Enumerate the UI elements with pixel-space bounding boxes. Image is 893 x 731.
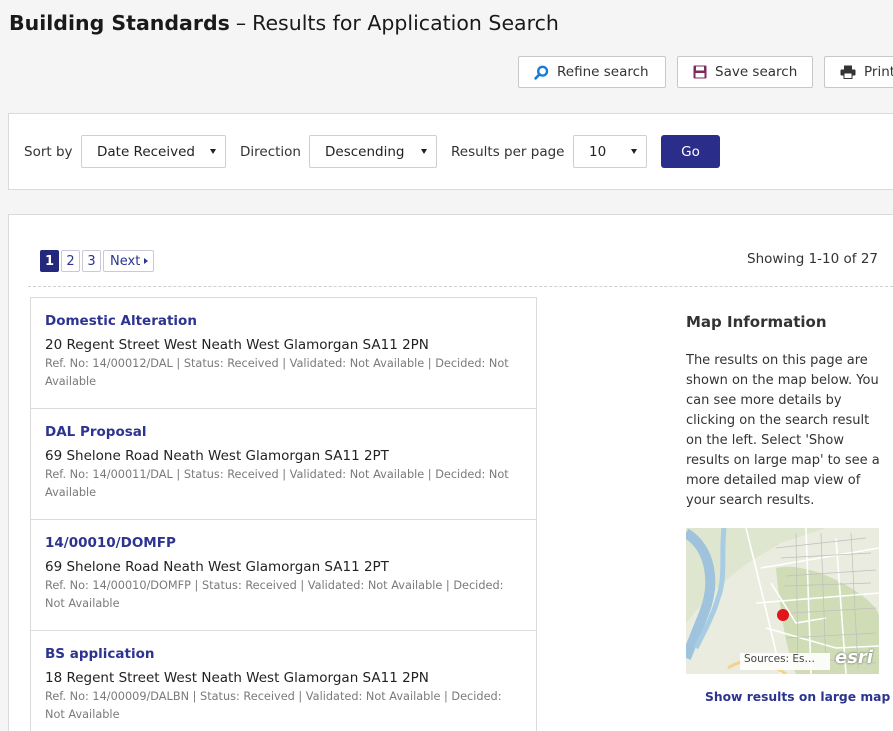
printer-icon [840, 65, 856, 79]
result-meta: Ref. No: 14/00012/DAL | Status: Received… [45, 357, 509, 388]
map-information-title: Map Information [686, 313, 827, 331]
result-title-link[interactable]: 14/00010/DOMFP [45, 535, 522, 551]
chevron-down-icon [210, 149, 216, 154]
sort-by-value: Date Received [97, 143, 195, 160]
result-address: 18 Regent Street West Neath West Glamorg… [45, 670, 429, 686]
pagination: 1 2 3 Next [40, 250, 155, 272]
divider [28, 286, 893, 287]
page-header: Building Standards – Results for Applicati… [0, 0, 893, 110]
result-item: DAL Proposal 69 Shelone Road Neath West … [31, 409, 536, 520]
page-title-separator: – [235, 11, 247, 35]
result-address: 69 Shelone Road Neath West Glamorgan SA1… [45, 559, 389, 575]
refine-search-label: Refine search [557, 64, 649, 80]
chevron-down-icon [421, 149, 427, 154]
result-title-link[interactable]: BS application [45, 646, 522, 662]
sort-panel: Sort by Date Received Direction Descendi… [8, 113, 893, 190]
results-per-page-value: 10 [589, 143, 607, 160]
result-item: 14/00010/DOMFP 69 Shelone Road Neath Wes… [31, 520, 536, 631]
result-title-link[interactable]: DAL Proposal [45, 424, 522, 440]
page-title-sub: Results for Application Search [252, 11, 559, 35]
next-page-label: Next [110, 253, 141, 269]
results-panel: 1 2 3 Next Showing 1-10 of 27 Domestic A… [8, 214, 893, 731]
refine-search-button[interactable]: Refine search [518, 56, 666, 88]
next-page-link[interactable]: Next [103, 250, 155, 272]
direction-select[interactable]: Descending [309, 135, 437, 168]
location-marker-icon [777, 609, 789, 621]
save-search-button[interactable]: Save search [677, 56, 813, 88]
page-3-link[interactable]: 3 [82, 250, 102, 272]
floppy-disk-icon [693, 65, 707, 79]
sort-by-select[interactable]: Date Received [81, 135, 226, 168]
results-count: Showing 1-10 of 27 [747, 251, 879, 267]
direction-value: Descending [325, 143, 405, 160]
result-meta: Ref. No: 14/00011/DAL | Status: Received… [45, 468, 509, 499]
page-1-link[interactable]: 1 [40, 250, 60, 272]
result-item: Domestic Alteration 20 Regent Street Wes… [31, 298, 536, 409]
direction-label: Direction [240, 144, 301, 160]
results-per-page-select[interactable]: 10 [573, 135, 647, 168]
print-button[interactable]: Print [824, 56, 893, 88]
go-button[interactable]: Go [661, 135, 720, 168]
chevron-down-icon [631, 149, 637, 154]
sort-by-label: Sort by [24, 144, 73, 160]
result-meta: Ref. No: 14/00010/DOMFP | Status: Receiv… [45, 579, 504, 610]
page-2-link[interactable]: 2 [61, 250, 81, 272]
search-icon [534, 65, 549, 80]
print-label: Print [864, 64, 893, 80]
result-address: 69 Shelone Road Neath West Glamorgan SA1… [45, 448, 389, 464]
results-per-page-label: Results per page [451, 144, 565, 160]
result-address: 20 Regent Street West Neath West Glamorg… [45, 337, 429, 353]
save-search-label: Save search [715, 64, 798, 80]
chevron-right-icon [144, 258, 149, 264]
map-information: Map Information The results on this page… [686, 313, 886, 511]
page-title: Building Standards – Results for Applicati… [9, 11, 559, 35]
results-list: Domestic Alteration 20 Regent Street Wes… [30, 297, 537, 731]
result-title-link[interactable]: Domestic Alteration [45, 313, 522, 329]
map-thumbnail[interactable]: Sources: Es… esri [686, 528, 879, 674]
show-large-map-link[interactable]: Show results on large map [705, 690, 890, 704]
esri-logo: esri [835, 647, 873, 668]
map-attribution: Sources: Es… [740, 653, 830, 670]
map-information-text: The results on this page are shown on th… [686, 353, 880, 508]
page-title-main: Building Standards [9, 11, 230, 35]
result-meta: Ref. No: 14/00009/DALBN | Status: Receiv… [45, 690, 502, 721]
result-item: BS application 18 Regent Street West Nea… [31, 631, 536, 731]
